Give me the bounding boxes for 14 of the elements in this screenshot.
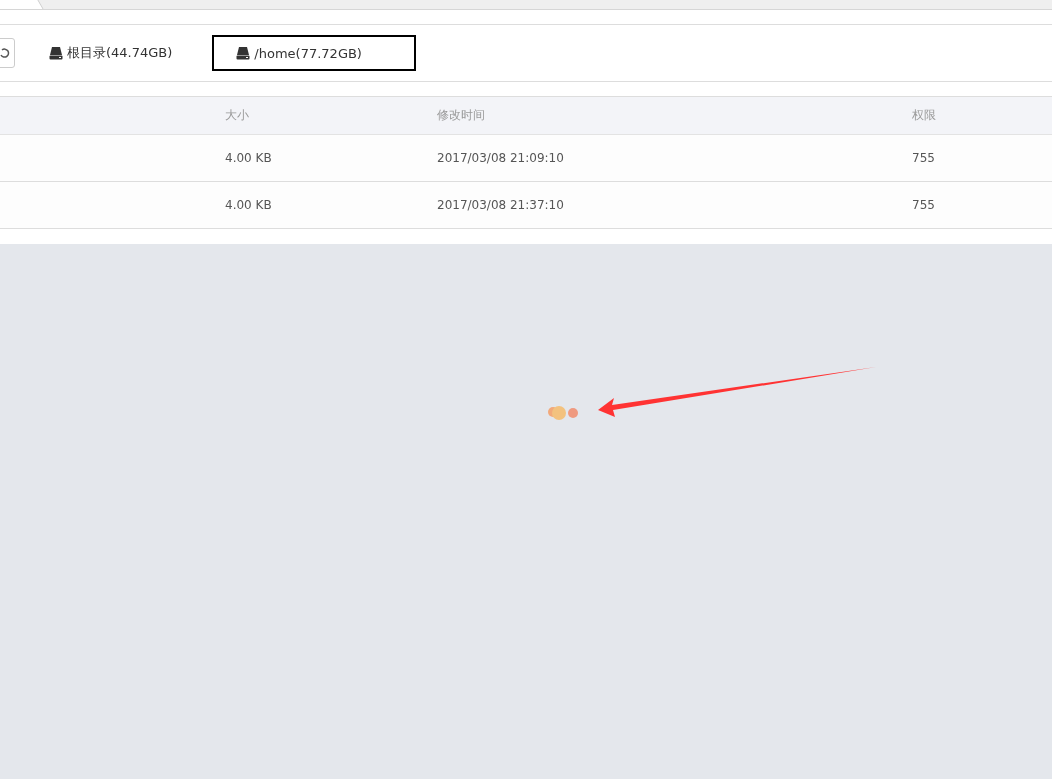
- table-cell-text: 4.00 KB: [225, 151, 273, 165]
- table-cell-text: 2017/03/08 21:37:10: [437, 198, 565, 212]
- table-cell-text: 2017/03/08 21:09:10: [437, 151, 565, 165]
- column-header: 权限: [912, 107, 937, 124]
- table-cell-text: 755: [912, 198, 936, 212]
- table-cell-text: 4.00 KB: [225, 198, 273, 212]
- refresh-icon: [0, 47, 10, 59]
- column-header: 修改时间: [437, 107, 486, 124]
- hard-drive-icon: [236, 46, 251, 60]
- column-header: 大小: [225, 107, 250, 124]
- disk-tab[interactable]: /home(77.72GB): [212, 35, 417, 71]
- hard-drive-icon: [49, 46, 63, 60]
- disk-tab[interactable]: 根目录(44.74GB): [29, 35, 199, 71]
- table-cell-text: 755: [912, 151, 936, 165]
